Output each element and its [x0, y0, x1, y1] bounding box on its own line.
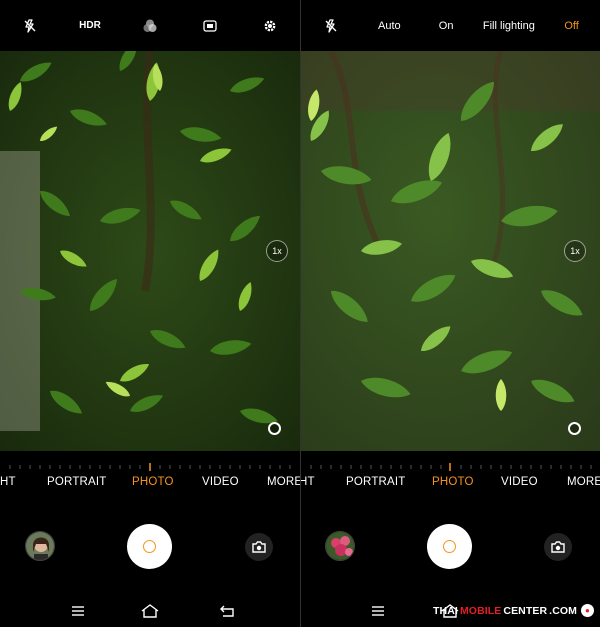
mode-ruler: [310, 463, 592, 471]
switch-camera-button[interactable]: [245, 533, 273, 561]
menu-button[interactable]: [369, 602, 387, 620]
zoom-level-label: 1x: [570, 246, 580, 256]
gallery-thumbnail[interactable]: [25, 531, 55, 561]
menu-icon: [72, 606, 84, 616]
flash-option-label: Fill lighting: [482, 19, 535, 32]
camera-toolbar: HDR: [0, 0, 300, 51]
mode-item-more[interactable]: MORE: [567, 476, 600, 488]
flash-toggle-button[interactable]: [0, 0, 60, 51]
aspect-ratio-button[interactable]: [180, 0, 240, 51]
switch-camera-button[interactable]: [544, 533, 572, 561]
mode-item-more[interactable]: MORE: [267, 476, 300, 488]
settings-button[interactable]: [240, 0, 300, 51]
camera-screen-left: HDR 1x HT PORTRAIT PHOTO VIDEO MORE: [0, 0, 300, 627]
flash-option-label: Off: [564, 19, 579, 32]
shutter-button[interactable]: [427, 524, 472, 569]
filters-icon: [143, 19, 157, 32]
flash-option-label: On: [438, 19, 454, 32]
zoom-level-button[interactable]: 1x: [564, 240, 586, 262]
gallery-thumbnail[interactable]: [325, 531, 355, 561]
camera-switch-icon: [252, 541, 266, 553]
mode-item-photo[interactable]: PHOTO: [432, 476, 474, 488]
focus-indicator: [268, 422, 281, 435]
flash-off-icon: [24, 18, 36, 33]
zoom-level-button[interactable]: 1x: [266, 240, 288, 262]
camera-viewfinder[interactable]: 1x: [0, 51, 300, 451]
flash-option-on[interactable]: On: [418, 0, 475, 51]
focus-indicator: [568, 422, 581, 435]
flash-options-bar: Auto On Fill lighting Off: [301, 0, 600, 51]
gear-icon: [264, 20, 276, 31]
mode-selector: HT PORTRAIT PHOTO VIDEO MORE: [0, 476, 300, 494]
mode-item-video[interactable]: VIDEO: [202, 476, 239, 488]
flash-toggle-button[interactable]: [301, 0, 361, 51]
mode-selector: HT PORTRAIT PHOTO VIDEO MORE: [301, 476, 600, 494]
flash-off-icon: [325, 18, 337, 33]
shutter-ring: [143, 540, 156, 553]
watermark-part: THAI: [433, 604, 458, 617]
camera-screen-right: Auto On Fill lighting Off 1x HT PORTRAIT…: [301, 0, 600, 627]
mode-item-video[interactable]: VIDEO: [501, 476, 538, 488]
flash-option-fill-lighting[interactable]: Fill lighting: [475, 0, 544, 51]
mode-ruler: [9, 463, 291, 471]
mode-item[interactable]: HT: [301, 476, 315, 488]
back-button[interactable]: [218, 602, 236, 620]
aspect-ratio-icon: [203, 19, 217, 32]
camera-viewfinder[interactable]: 1x: [301, 51, 600, 451]
mode-item[interactable]: HT: [0, 476, 16, 488]
home-button[interactable]: [141, 602, 159, 620]
system-nav-bar: [0, 598, 300, 624]
menu-icon: [372, 606, 384, 616]
filters-button[interactable]: [120, 0, 180, 51]
site-watermark: THAI MOBILE CENTER .COM ●: [433, 604, 594, 617]
hdr-button[interactable]: HDR: [60, 0, 120, 51]
menu-button[interactable]: [69, 602, 87, 620]
flash-option-auto[interactable]: Auto: [361, 0, 418, 51]
watermark-part: MOBILE: [459, 604, 502, 617]
home-icon: [141, 604, 159, 618]
globe-icon: ●: [581, 604, 594, 617]
shutter-ring: [443, 540, 456, 553]
hdr-label: HDR: [79, 19, 101, 31]
watermark-part: CENTER: [503, 604, 548, 617]
flash-option-off[interactable]: Off: [543, 0, 600, 51]
mode-item-portrait[interactable]: PORTRAIT: [47, 476, 107, 488]
mode-item-portrait[interactable]: PORTRAIT: [346, 476, 406, 488]
back-icon: [220, 605, 234, 617]
mode-item-photo[interactable]: PHOTO: [132, 476, 174, 488]
flash-option-label: Auto: [378, 19, 401, 32]
zoom-level-label: 1x: [272, 246, 282, 256]
camera-switch-icon: [551, 541, 565, 553]
watermark-part: .COM: [549, 604, 577, 617]
shutter-button[interactable]: [127, 524, 172, 569]
